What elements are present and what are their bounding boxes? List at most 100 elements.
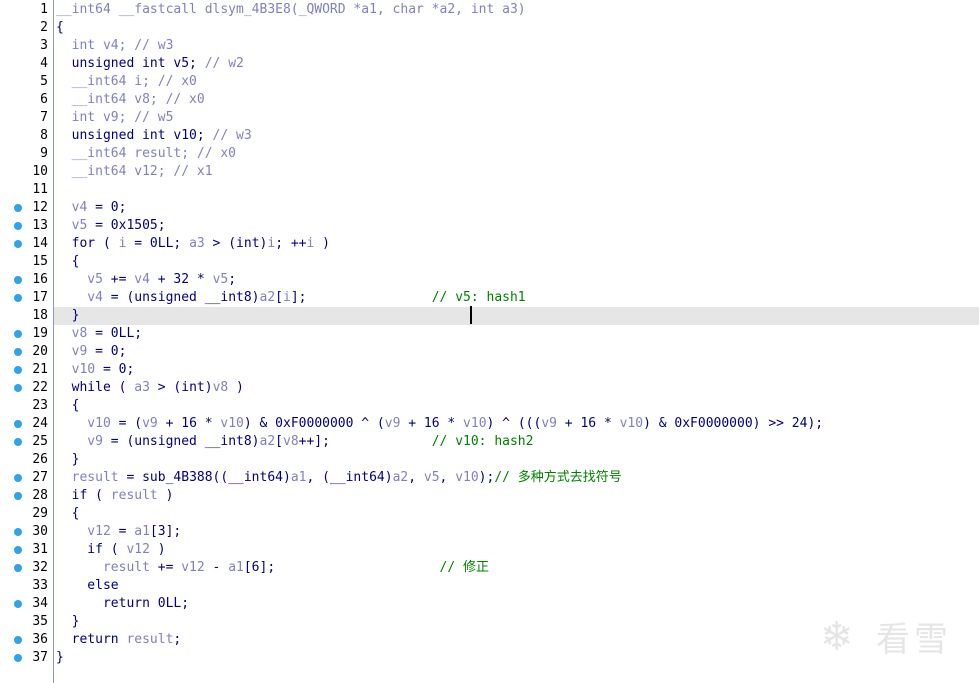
breakpoint-dot-icon[interactable] (14, 528, 22, 536)
code-line[interactable]: } (54, 451, 979, 469)
code-line[interactable]: unsigned int v10; // w3 (54, 127, 979, 145)
breakpoint-dot-icon[interactable] (14, 348, 22, 356)
code-line[interactable]: unsigned int v5; // w2 (54, 55, 979, 73)
code-identifier[interactable]: __int64 __fastcall dlsym_4B3E8(_QWORD *a… (56, 2, 526, 17)
code-identifier[interactable]: a2 (260, 290, 276, 305)
breakpoint-dot-icon[interactable] (14, 384, 22, 392)
code-identifier[interactable]: result (56, 470, 119, 485)
code-line[interactable]: if ( v12 ) (54, 541, 979, 559)
code-line[interactable]: result += v12 - a1[6]; // 修正 (54, 559, 979, 577)
line-number-gutter[interactable]: 1 2 3 4 5 6 7 8 9 10 11 12 13 14 15 16 17 18 19 20 21 22 23 24 2… (0, 0, 54, 683)
breakpoint-dot-icon[interactable] (14, 276, 22, 284)
breakpoint-dot-icon[interactable] (14, 366, 22, 374)
code-line[interactable]: v5 = 0x1505; (54, 217, 979, 235)
code-identifier[interactable]: i (283, 290, 291, 305)
breakpoint-dot-icon[interactable] (14, 294, 22, 302)
code-line[interactable]: if ( result ) (54, 487, 979, 505)
code-line[interactable]: while ( a3 > (int)v8 ) (54, 379, 979, 397)
code-line[interactable]: v5 += v4 + 32 * v5; (54, 271, 979, 289)
code-identifier[interactable]: v9 (142, 416, 158, 431)
code-line[interactable]: { (54, 505, 979, 523)
code-line[interactable]: return result; (54, 631, 979, 649)
code-line[interactable]: __int64 i; // x0 (54, 73, 979, 91)
code-identifier[interactable]: v9 (56, 434, 103, 449)
code-line[interactable]: { (54, 19, 979, 37)
code-line[interactable]: v9 = (unsigned __int8)a2[v8++]; // v10: … (54, 433, 979, 451)
code-identifier[interactable]: a2 (393, 470, 409, 485)
code-identifier[interactable]: result (126, 632, 173, 647)
code-identifier[interactable]: v9 (56, 344, 88, 359)
code-line[interactable]: return 0LL; (54, 595, 979, 613)
code-identifier[interactable]: v5 (424, 470, 440, 485)
code-identifier[interactable]: v10 (620, 416, 643, 431)
code-identifier[interactable]: result (56, 560, 150, 575)
code-line[interactable]: __int64 v8; // x0 (54, 91, 979, 109)
code-line[interactable]: v8 = 0LL; (54, 325, 979, 343)
breakpoint-dot-icon[interactable] (14, 600, 22, 608)
code-identifier[interactable]: int v4; // w3 (56, 38, 174, 53)
code-identifier[interactable]: // w2 (205, 56, 244, 71)
code-identifier[interactable]: v4 (56, 200, 88, 215)
code-line[interactable]: __int64 __fastcall dlsym_4B3E8(_QWORD *a… (54, 1, 979, 19)
breakpoint-dot-icon[interactable] (14, 438, 22, 446)
code-identifier[interactable]: v10 (455, 470, 478, 485)
code-identifier[interactable]: v10 (56, 416, 111, 431)
breakpoint-dot-icon[interactable] (14, 564, 22, 572)
code-line[interactable]: } (54, 613, 979, 631)
code-identifier[interactable]: v10 (463, 416, 486, 431)
code-line[interactable]: v9 = 0; (54, 343, 979, 361)
code-line[interactable]: v4 = (unsigned __int8)a2[i]; // v5: hash… (54, 289, 979, 307)
code-identifier[interactable]: // w3 (213, 128, 252, 143)
code-line[interactable]: v10 = (v9 + 16 * v10) & 0xF0000000 ^ (v9… (54, 415, 979, 433)
code-identifier[interactable]: int v9; // w5 (56, 110, 174, 125)
code-identifier[interactable]: v5 (56, 272, 103, 287)
code-identifier[interactable]: v5 (56, 218, 88, 233)
code-line[interactable]: int v4; // w3 (54, 37, 979, 55)
code-identifier[interactable]: a1 (228, 560, 244, 575)
code-identifier[interactable]: __int64 v8; // x0 (56, 92, 205, 107)
code-identifier[interactable]: v4 (56, 290, 103, 305)
code-line[interactable]: } (54, 307, 979, 325)
breakpoint-dot-icon[interactable] (14, 222, 22, 230)
code-line[interactable]: for ( i = 0LL; a3 > (int)i; ++i ) (54, 235, 979, 253)
code-line[interactable]: v4 = 0; (54, 199, 979, 217)
code-identifier[interactable]: v10 (220, 416, 243, 431)
breakpoint-dot-icon[interactable] (14, 636, 22, 644)
code-identifier[interactable]: a1 (134, 524, 150, 539)
code-line[interactable] (54, 181, 979, 199)
code-line[interactable]: __int64 result; // x0 (54, 145, 979, 163)
code-identifier[interactable]: i (267, 236, 275, 251)
code-identifier[interactable]: v10 (56, 362, 96, 377)
code-line[interactable]: { (54, 253, 979, 271)
code-identifier[interactable]: v9 (385, 416, 401, 431)
code-identifier[interactable]: v12 (56, 524, 111, 539)
code-area[interactable]: } return result; } return 0LL; else resu… (54, 0, 979, 683)
code-identifier[interactable]: v12 (181, 560, 204, 575)
breakpoint-dot-icon[interactable] (14, 492, 22, 500)
code-identifier[interactable]: v8 (56, 326, 88, 341)
breakpoint-dot-icon[interactable] (14, 204, 22, 212)
breakpoint-dot-icon[interactable] (14, 546, 22, 554)
code-line[interactable]: __int64 v12; // x1 (54, 163, 979, 181)
code-identifier[interactable]: result (111, 488, 158, 503)
breakpoint-dot-icon[interactable] (14, 474, 22, 482)
code-identifier[interactable]: __int64 v12; // x1 (56, 164, 213, 179)
code-identifier[interactable]: a2 (260, 434, 276, 449)
breakpoint-dot-icon[interactable] (14, 654, 22, 662)
code-identifier[interactable]: v12 (126, 542, 149, 557)
pseudocode-editor[interactable]: 1 2 3 4 5 6 7 8 9 10 11 12 13 14 15 16 17 18 19 20 21 22 23 24 2… (0, 0, 979, 683)
breakpoint-dot-icon[interactable] (14, 330, 22, 338)
code-identifier[interactable]: v8 (283, 434, 299, 449)
code-identifier[interactable]: a1 (291, 470, 307, 485)
code-identifier[interactable]: __int64 result; // x0 (56, 146, 236, 161)
breakpoint-dot-icon[interactable] (14, 240, 22, 248)
code-line[interactable]: else (54, 577, 979, 595)
code-identifier[interactable]: v5 (213, 272, 229, 287)
code-line[interactable]: int v9; // w5 (54, 109, 979, 127)
breakpoint-dot-icon[interactable] (14, 420, 22, 428)
code-identifier[interactable]: v4 (134, 272, 150, 287)
code-line[interactable]: v12 = a1[3]; (54, 523, 979, 541)
code-line[interactable]: } (54, 649, 979, 667)
code-identifier[interactable]: a3 (134, 380, 150, 395)
code-identifier[interactable]: a3 (189, 236, 205, 251)
